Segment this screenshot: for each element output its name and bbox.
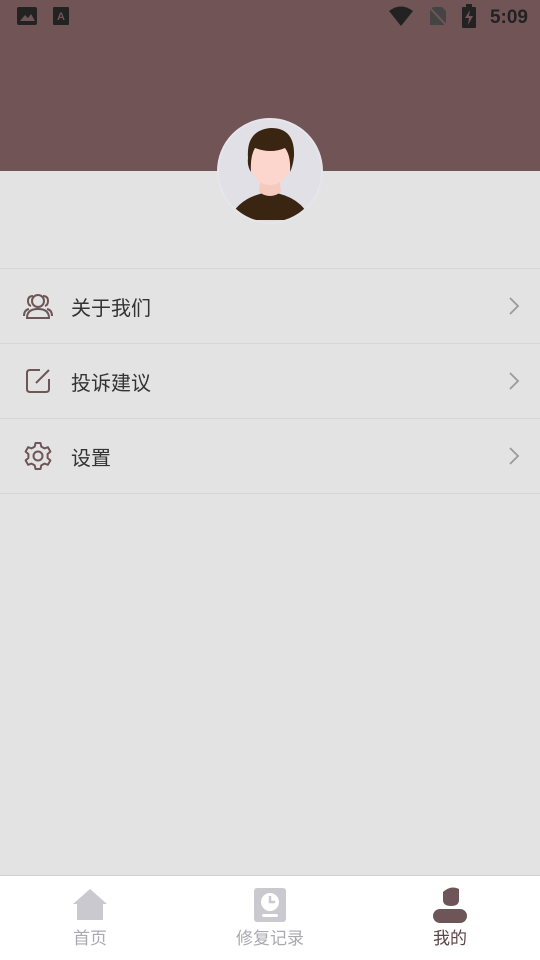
clock-record-icon <box>251 886 289 924</box>
chevron-right-icon <box>508 371 520 391</box>
menu-item-settings[interactable]: 设置 <box>0 419 540 494</box>
users-icon <box>22 290 54 322</box>
menu-item-label: 设置 <box>71 445 111 470</box>
tab-home[interactable]: 首页 <box>0 876 180 960</box>
tab-label: 我的 <box>433 929 467 949</box>
gear-icon <box>22 440 54 472</box>
battery-charging-icon <box>461 4 476 32</box>
tab-mine[interactable]: 我的 <box>360 876 540 960</box>
edit-icon <box>22 365 54 397</box>
font-icon: A <box>52 6 70 30</box>
status-time: 5:09 <box>489 7 528 28</box>
svg-text:A: A <box>57 11 65 23</box>
tab-label: 修复记录 <box>236 929 304 949</box>
menu-item-feedback[interactable]: 投诉建议 <box>0 344 540 419</box>
image-icon <box>16 6 38 30</box>
wifi-icon <box>388 5 414 31</box>
home-icon <box>71 886 109 924</box>
profile-menu: 关于我们 投诉建议 设置 <box>0 268 540 494</box>
chevron-right-icon <box>508 446 520 466</box>
avatar[interactable] <box>217 118 323 224</box>
menu-item-label: 投诉建议 <box>71 370 151 395</box>
tab-repair-records[interactable]: 修复记录 <box>180 876 360 960</box>
chevron-right-icon <box>508 296 520 316</box>
status-bar: A 5:09 <box>0 0 540 36</box>
menu-item-label: 关于我们 <box>71 295 151 320</box>
no-sim-icon <box>428 5 448 31</box>
menu-item-about-us[interactable]: 关于我们 <box>0 269 540 344</box>
bottom-tab-bar: 首页 修复记录 我的 <box>0 875 540 960</box>
tab-label: 首页 <box>73 929 107 949</box>
user-icon <box>431 886 469 924</box>
